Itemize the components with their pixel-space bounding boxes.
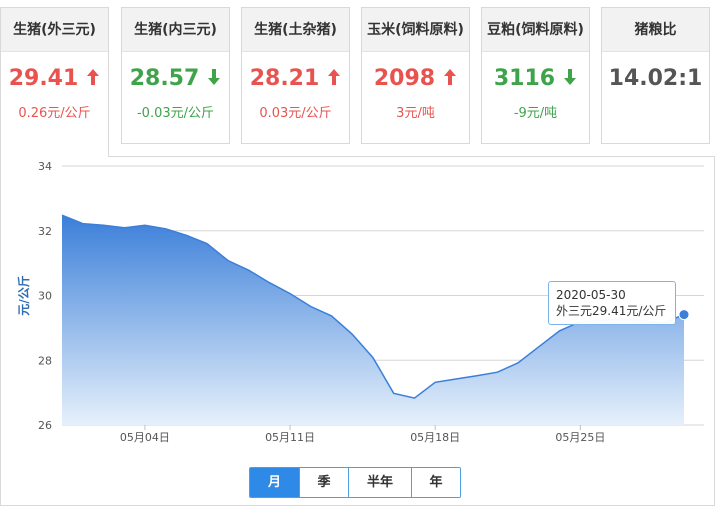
- y-tick-label: 30: [38, 290, 52, 303]
- y-tick-label: 26: [38, 419, 52, 432]
- arrow-up-icon: [86, 66, 100, 85]
- x-tick-label: 05月18日: [410, 431, 460, 444]
- y-tick-label: 34: [38, 160, 52, 173]
- y-tick-label: 28: [38, 354, 52, 367]
- card-pig-waisanyuan[interactable]: 生猪(外三元) 29.41 0.26元/公斤: [0, 7, 109, 157]
- hover-point: [678, 309, 690, 321]
- tooltip-value: 外三元29.41元/公斤: [556, 304, 667, 318]
- tooltip-date: 2020-05-30: [556, 288, 626, 302]
- x-tick-label: 05月11日: [265, 431, 315, 444]
- range-button-half-year[interactable]: 半年: [348, 468, 411, 497]
- range-selector: 月 季 半年 年: [249, 467, 461, 498]
- chart-tooltip: 2020-05-30 外三元29.41元/公斤: [548, 281, 676, 325]
- range-button-month[interactable]: 月: [250, 468, 299, 497]
- card-change: 0.26元/公斤: [18, 106, 91, 121]
- card-price: 29.41: [1, 65, 108, 93]
- x-tick-label: 05月25日: [555, 431, 605, 444]
- range-button-quarter[interactable]: 季: [299, 468, 348, 497]
- y-axis-label: 元/公斤: [16, 275, 31, 315]
- y-tick-label: 32: [38, 225, 52, 238]
- card-title: 生猪(外三元): [1, 8, 108, 52]
- x-tick-label: 05月04日: [120, 431, 170, 444]
- range-button-year[interactable]: 年: [411, 468, 460, 497]
